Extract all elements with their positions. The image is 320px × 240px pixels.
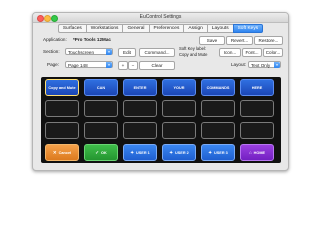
user-icon: ✦ [130,149,135,155]
checkmark-icon: ✓ [95,149,100,155]
user-1-key-label: USER 1 [136,150,150,155]
soft-key-empty[interactable] [84,122,118,139]
ok-key-label: OK [101,150,107,155]
soft-key-1[interactable]: Copy and Mute [45,79,79,96]
color-button[interactable]: Color... [263,48,283,57]
home-key[interactable]: ⌂ HOME [240,144,274,161]
icon-button[interactable]: Icon... [219,48,241,57]
soft-key-empty[interactable] [45,100,79,117]
soft-key-5[interactable]: COMMANDS [201,79,235,96]
section-select[interactable]: Touchscreen ▾ [65,48,113,55]
clear-button[interactable]: Clear [139,61,175,70]
soft-key-label-value: Copy and Mute [179,52,208,57]
restore-button[interactable]: Restore... [254,36,283,45]
settings-window: EuControl Settings Surfaces Workstations… [32,12,289,171]
window-title: EuControl Settings [139,14,182,20]
layout-label: Layout: [231,62,247,67]
tab-surfaces[interactable]: Surfaces [57,24,86,33]
user-icon: ✦ [208,149,213,155]
page-label: Page: [47,62,60,67]
tab-assign[interactable]: Assign [183,24,207,33]
save-button[interactable]: Save [199,36,225,45]
application-label: Application: [43,37,67,42]
remove-page-button[interactable]: − [128,61,138,70]
user-2-key-label: USER 2 [175,150,189,155]
soft-key-empty[interactable] [240,100,274,117]
title-bar: EuControl Settings [33,13,288,23]
chevron-down-icon: ▾ [106,49,112,55]
soft-key-3[interactable]: ENTER [123,79,157,96]
page-select-value: Page 148 [68,63,88,68]
soft-key-4[interactable]: YOUR [162,79,196,96]
soft-key-empty[interactable] [201,100,235,117]
chevron-down-icon: ▾ [106,62,112,68]
tab-soft-keys[interactable]: Soft Keys [232,24,264,33]
home-key-label: HOME [253,150,266,155]
tab-workstations[interactable]: Workstations [85,24,123,33]
edit-button[interactable]: Edit [118,48,136,57]
layout-select[interactable]: Text Only ▾ [248,61,281,68]
user-3-key[interactable]: ✦ USER 3 [201,144,235,161]
application-value: *Pro Tools 12Mac [73,37,111,42]
soft-key-empty[interactable] [123,122,157,139]
soft-key-empty[interactable] [123,100,157,117]
soft-key-label-caption: Soft Key label: [179,46,207,51]
user-icon: ✦ [169,149,174,155]
soft-key-empty[interactable] [201,122,235,139]
revert-button[interactable]: Revert... [226,36,253,45]
soft-key-6[interactable]: HERE [240,79,274,96]
home-icon: ⌂ [248,150,252,155]
close-icon: ✕ [52,149,57,155]
soft-key-empty[interactable] [162,100,196,117]
user-2-key[interactable]: ✦ USER 2 [162,144,196,161]
page-select[interactable]: Page 148 ▾ [65,61,113,68]
tab-preferences[interactable]: Preferences [148,24,184,33]
section-select-value: Touchscreen [68,50,95,55]
section-label: Section: [43,49,60,54]
layout-select-value: Text Only [251,63,271,68]
add-page-button[interactable]: + [118,61,128,70]
font-button[interactable]: Font... [242,48,262,57]
tab-general[interactable]: General [122,24,149,33]
tab-layouts[interactable]: Layouts [206,24,233,33]
user-3-key-label: USER 3 [214,150,228,155]
ok-key[interactable]: ✓ OK [84,144,118,161]
soft-key-empty[interactable] [240,122,274,139]
soft-key-empty[interactable] [162,122,196,139]
cancel-key-label: Cancel [58,150,72,155]
tab-bar: Surfaces Workstations General Preference… [33,24,288,33]
soft-key-empty[interactable] [45,122,79,139]
user-1-key[interactable]: ✦ USER 1 [123,144,157,161]
cancel-key[interactable]: ✕ Cancel [45,144,79,161]
chevron-down-icon: ▾ [274,62,280,68]
command-button[interactable]: Command... [139,48,175,57]
soft-key-grid: Copy and Mute CAN ENTER YOUR COMMANDS HE… [41,77,281,163]
soft-key-2[interactable]: CAN [84,79,118,96]
soft-key-empty[interactable] [84,100,118,117]
